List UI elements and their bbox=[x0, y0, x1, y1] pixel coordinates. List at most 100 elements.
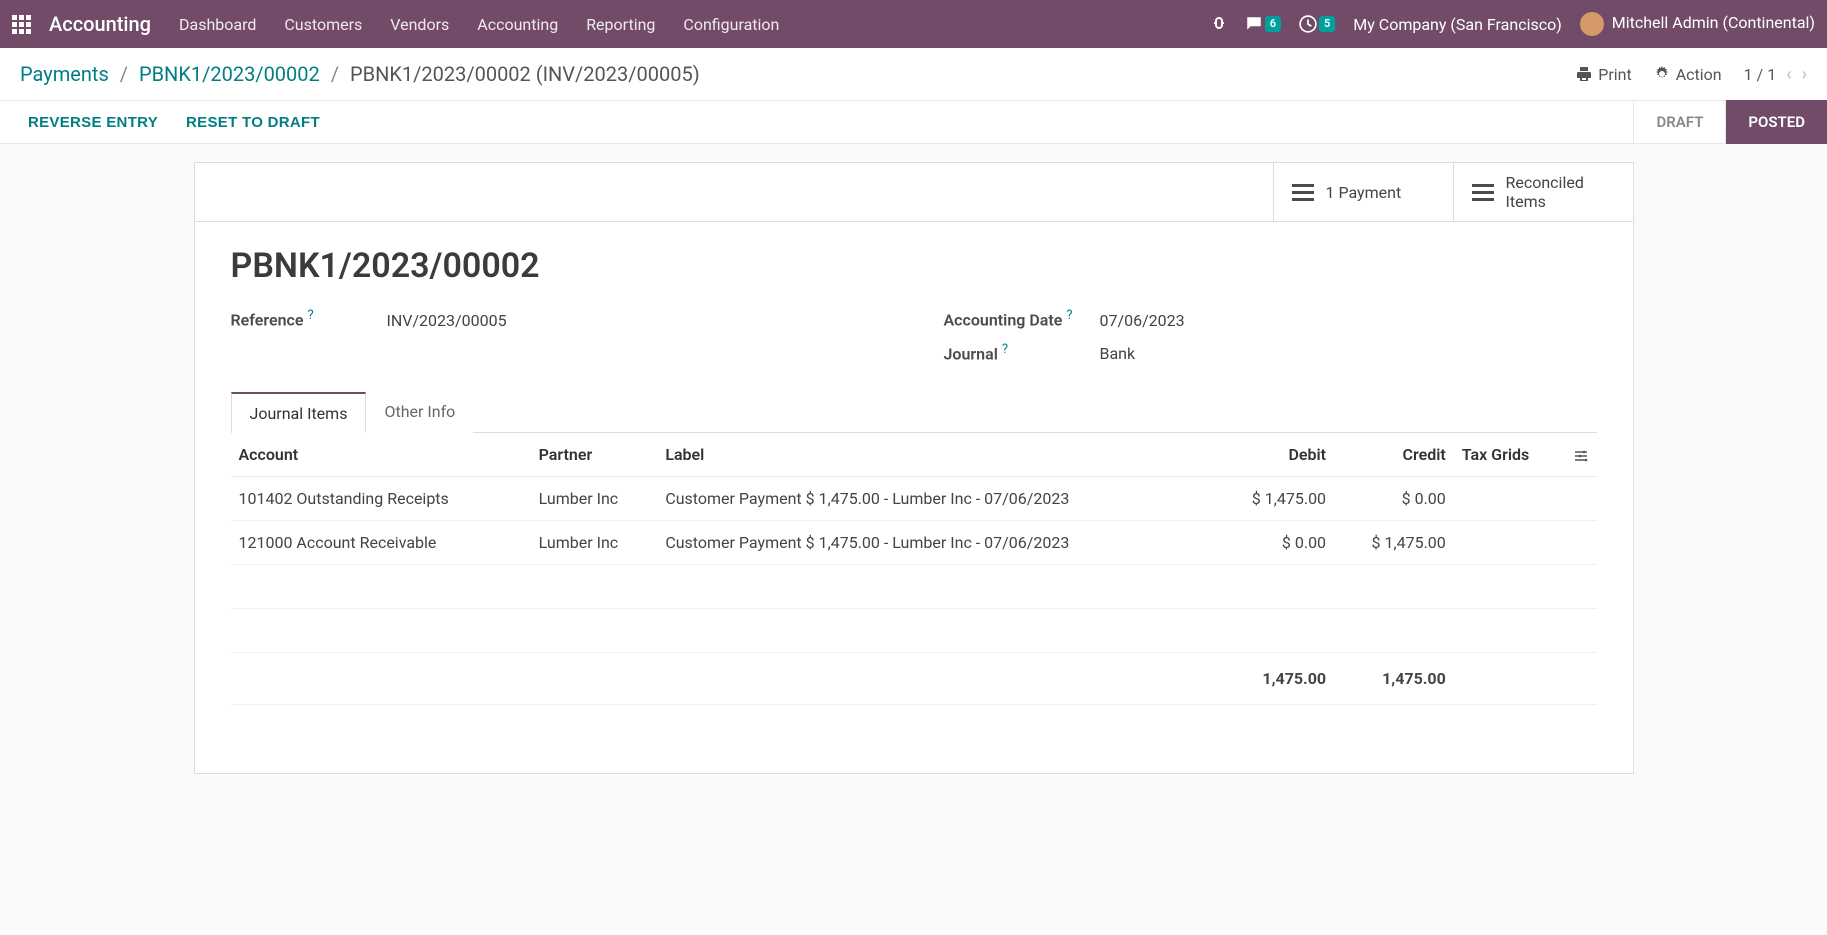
col-options[interactable] bbox=[1565, 433, 1597, 477]
cell-label: Customer Payment $ 1,475.00 - Lumber Inc… bbox=[657, 477, 1214, 521]
pager-next-icon[interactable]: › bbox=[1802, 64, 1807, 85]
reverse-entry-button[interactable]: REVERSE ENTRY bbox=[28, 114, 158, 131]
table-row[interactable]: 101402 Outstanding Receipts Lumber Inc C… bbox=[231, 477, 1597, 521]
field-reference: Reference ? INV/2023/00005 bbox=[231, 308, 884, 329]
messages-badge: 6 bbox=[1265, 16, 1281, 32]
field-journal: Journal ? Bank bbox=[944, 342, 1597, 363]
pager-prev-icon[interactable]: ‹ bbox=[1786, 64, 1791, 85]
menu-accounting[interactable]: Accounting bbox=[477, 15, 558, 34]
journal-value: Bank bbox=[1100, 344, 1136, 363]
list-icon bbox=[1292, 184, 1314, 201]
help-icon[interactable]: ? bbox=[307, 308, 313, 323]
accounting-date-value: 07/06/2023 bbox=[1100, 311, 1185, 330]
reset-to-draft-button[interactable]: RESET TO DRAFT bbox=[186, 114, 320, 131]
cell-tax bbox=[1454, 477, 1565, 521]
col-tax-grids[interactable]: Tax Grids bbox=[1454, 433, 1565, 477]
app-brand[interactable]: Accounting bbox=[49, 12, 151, 36]
reference-label: Reference ? bbox=[231, 308, 361, 329]
breadcrumb-sep: / bbox=[331, 62, 339, 86]
tab-journal-items[interactable]: Journal Items bbox=[231, 392, 367, 433]
user-menu[interactable]: Mitchell Admin (Continental) bbox=[1580, 12, 1815, 36]
breadcrumb-toolbar: Payments / PBNK1/2023/00002 / PBNK1/2023… bbox=[0, 48, 1827, 100]
reference-value: INV/2023/00005 bbox=[387, 311, 507, 330]
cell-debit: $ 1,475.00 bbox=[1214, 477, 1334, 521]
print-button[interactable]: Print bbox=[1576, 65, 1631, 84]
gear-icon bbox=[1654, 66, 1670, 82]
menu-vendors[interactable]: Vendors bbox=[390, 15, 449, 34]
menu-reporting[interactable]: Reporting bbox=[586, 15, 655, 34]
table-row[interactable]: 121000 Account Receivable Lumber Inc Cus… bbox=[231, 521, 1597, 565]
debug-icon[interactable] bbox=[1211, 16, 1227, 32]
breadcrumb-current: PBNK1/2023/00002 (INV/2023/00005) bbox=[350, 62, 700, 86]
table-header-row: Account Partner Label Debit Credit Tax G… bbox=[231, 433, 1597, 477]
stage-draft[interactable]: DRAFT bbox=[1633, 100, 1725, 144]
main-menu: Dashboard Customers Vendors Accounting R… bbox=[179, 15, 1193, 34]
stat-reconciled-button[interactable]: Reconciled Items bbox=[1453, 163, 1633, 221]
menu-configuration[interactable]: Configuration bbox=[683, 15, 779, 34]
top-nav: Accounting Dashboard Customers Vendors A… bbox=[0, 0, 1827, 48]
messages-icon[interactable]: 6 bbox=[1245, 15, 1281, 33]
stat-buttons: 1 Payment Reconciled Items bbox=[195, 163, 1633, 222]
nav-right: 6 5 My Company (San Francisco) Mitchell … bbox=[1211, 12, 1815, 36]
avatar bbox=[1580, 12, 1604, 36]
action-button[interactable]: Action bbox=[1654, 65, 1722, 84]
status-bar: DRAFT POSTED bbox=[1633, 100, 1827, 144]
cell-debit: $ 0.00 bbox=[1214, 521, 1334, 565]
action-bar-left: REVERSE ENTRY RESET TO DRAFT bbox=[28, 114, 320, 131]
sheet-wrapper: 1 Payment Reconciled Items PBNK1/2023/00… bbox=[0, 144, 1827, 792]
table-blank-row bbox=[231, 609, 1597, 653]
tabs: Journal Items Other Info bbox=[231, 391, 1597, 433]
table-blank-row bbox=[231, 705, 1597, 749]
cell-partner: Lumber Inc bbox=[531, 477, 658, 521]
toolbar-right: Print Action 1 / 1 ‹ › bbox=[1576, 64, 1807, 85]
table-blank-row bbox=[231, 565, 1597, 609]
sheet-body: PBNK1/2023/00002 Reference ? INV/2023/00… bbox=[195, 222, 1633, 772]
total-credit: 1,475.00 bbox=[1334, 653, 1454, 705]
print-icon bbox=[1576, 66, 1592, 82]
list-icon bbox=[1472, 184, 1494, 201]
help-icon[interactable]: ? bbox=[1002, 342, 1008, 357]
col-account[interactable]: Account bbox=[231, 433, 531, 477]
breadcrumb-sep: / bbox=[120, 62, 128, 86]
pager: 1 / 1 ‹ › bbox=[1744, 64, 1807, 85]
breadcrumb: Payments / PBNK1/2023/00002 / PBNK1/2023… bbox=[20, 62, 700, 86]
action-bar: REVERSE ENTRY RESET TO DRAFT DRAFT POSTE… bbox=[0, 100, 1827, 144]
journal-label: Journal ? bbox=[944, 342, 1074, 363]
pager-position[interactable]: 1 / 1 bbox=[1744, 65, 1777, 84]
col-partner[interactable]: Partner bbox=[531, 433, 658, 477]
stat-payment-label: 1 Payment bbox=[1326, 183, 1402, 202]
apps-icon[interactable] bbox=[12, 15, 31, 34]
cell-tax bbox=[1454, 521, 1565, 565]
cell-label: Customer Payment $ 1,475.00 - Lumber Inc… bbox=[657, 521, 1214, 565]
menu-dashboard[interactable]: Dashboard bbox=[179, 15, 256, 34]
sliders-icon bbox=[1573, 448, 1589, 464]
col-label[interactable]: Label bbox=[657, 433, 1214, 477]
cell-credit: $ 1,475.00 bbox=[1334, 521, 1454, 565]
help-icon[interactable]: ? bbox=[1066, 308, 1072, 323]
accounting-date-label: Accounting Date ? bbox=[944, 308, 1074, 329]
breadcrumb-parent[interactable]: PBNK1/2023/00002 bbox=[139, 62, 320, 86]
cell-account: 101402 Outstanding Receipts bbox=[231, 477, 531, 521]
record-title: PBNK1/2023/00002 bbox=[231, 246, 1597, 286]
table-total-row: 1,475.00 1,475.00 bbox=[231, 653, 1597, 705]
cell-partner: Lumber Inc bbox=[531, 521, 658, 565]
activities-icon[interactable]: 5 bbox=[1299, 15, 1335, 33]
breadcrumb-root[interactable]: Payments bbox=[20, 62, 109, 86]
stat-payment-button[interactable]: 1 Payment bbox=[1273, 163, 1453, 221]
journal-items-table: Account Partner Label Debit Credit Tax G… bbox=[231, 433, 1597, 749]
cell-credit: $ 0.00 bbox=[1334, 477, 1454, 521]
field-grid: Reference ? INV/2023/00005 Accounting Da… bbox=[231, 308, 1597, 363]
tab-other-info[interactable]: Other Info bbox=[366, 392, 473, 433]
field-accounting-date: Accounting Date ? 07/06/2023 bbox=[944, 308, 1597, 329]
company-switcher[interactable]: My Company (San Francisco) bbox=[1353, 15, 1562, 34]
stage-posted[interactable]: POSTED bbox=[1725, 100, 1827, 144]
col-debit[interactable]: Debit bbox=[1214, 433, 1334, 477]
col-credit[interactable]: Credit bbox=[1334, 433, 1454, 477]
form-sheet: 1 Payment Reconciled Items PBNK1/2023/00… bbox=[194, 162, 1634, 774]
activities-badge: 5 bbox=[1319, 16, 1335, 32]
total-debit: 1,475.00 bbox=[1214, 653, 1334, 705]
user-name: Mitchell Admin (Continental) bbox=[1612, 13, 1815, 32]
stat-reconciled-label: Reconciled Items bbox=[1506, 173, 1584, 211]
cell-account: 121000 Account Receivable bbox=[231, 521, 531, 565]
menu-customers[interactable]: Customers bbox=[284, 15, 362, 34]
